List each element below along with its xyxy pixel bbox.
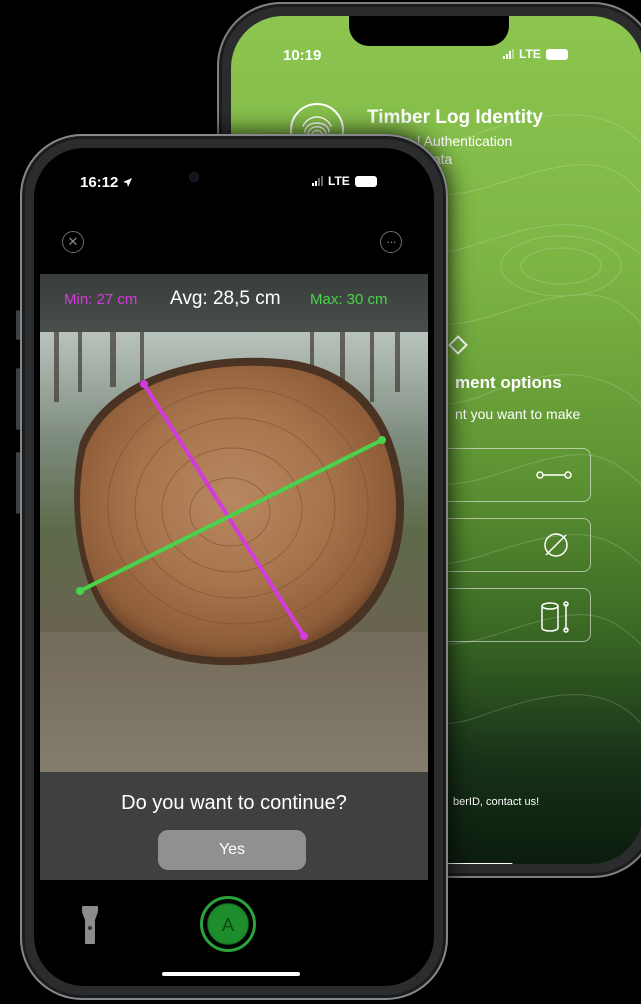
battery-icon bbox=[545, 48, 568, 60]
flashlight-icon[interactable] bbox=[80, 904, 100, 946]
home-indicator bbox=[162, 972, 300, 976]
brand-title: Timber Log Identity bbox=[367, 107, 543, 128]
network-label: LTE bbox=[328, 174, 350, 188]
status-time: 10:19 bbox=[283, 47, 322, 64]
yes-button[interactable]: Yes bbox=[158, 830, 306, 870]
front-camera bbox=[190, 173, 198, 181]
more-icon[interactable]: ··· bbox=[380, 231, 402, 253]
capture-label: A bbox=[207, 903, 249, 945]
network-label: LTE bbox=[519, 47, 541, 61]
location-arrow-icon bbox=[123, 178, 133, 187]
status-indicators: LTE bbox=[503, 47, 568, 61]
front-phone-screen: 16:12 LTE ✕ ··· Min: 27 cm Avg: 28,5 cm … bbox=[34, 148, 434, 986]
battery-icon bbox=[354, 175, 377, 187]
line-measure-icon bbox=[536, 471, 572, 479]
signal-icon bbox=[503, 49, 514, 59]
cylinder-measure-icon bbox=[541, 601, 569, 633]
measurement-options-title: ment options bbox=[455, 373, 562, 392]
capture-button[interactable]: A bbox=[200, 896, 256, 952]
stat-min: Min: 27 cm bbox=[64, 291, 138, 308]
status-indicators: LTE bbox=[312, 174, 377, 188]
contact-link[interactable]: berID, contact us! bbox=[453, 796, 539, 808]
mute-switch bbox=[16, 310, 20, 340]
stat-avg: Avg: 28,5 cm bbox=[170, 288, 281, 309]
log-photo bbox=[40, 332, 428, 772]
continue-dialog: Do you want to continue? Yes bbox=[40, 772, 428, 880]
measurement-options-subtitle: nt you want to make bbox=[455, 406, 581, 422]
diamond-icon bbox=[448, 335, 468, 355]
volume-up-button bbox=[16, 368, 20, 430]
stat-max: Max: 30 cm bbox=[310, 291, 388, 308]
close-icon[interactable]: ✕ bbox=[62, 231, 84, 253]
home-indicator bbox=[443, 863, 513, 864]
measurement-stats-bar: Min: 27 cm Avg: 28,5 cm Max: 30 cm bbox=[40, 274, 428, 332]
volume-down-button bbox=[16, 452, 20, 514]
signal-icon bbox=[312, 176, 323, 186]
continue-question: Do you want to continue? bbox=[121, 792, 347, 814]
notch bbox=[349, 16, 509, 46]
front-phone: 16:12 LTE ✕ ··· Min: 27 cm Avg: 28,5 cm … bbox=[16, 134, 448, 1000]
ellipse-measure-icon bbox=[544, 533, 568, 557]
status-time-text: 16:12 bbox=[80, 174, 119, 191]
log-cross-section-image bbox=[40, 332, 428, 772]
status-time: 16:12 bbox=[80, 174, 133, 191]
